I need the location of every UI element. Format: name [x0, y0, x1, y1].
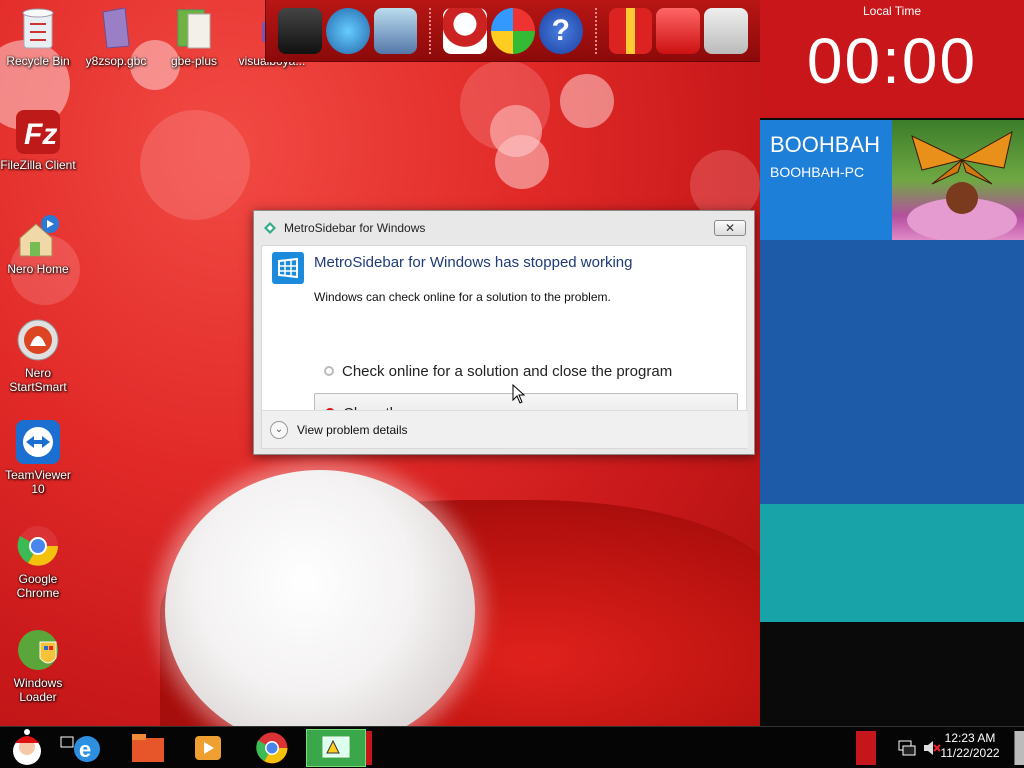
monitor-santa-icon[interactable]	[278, 7, 322, 54]
desktop-icon-label: TeamViewer 10	[5, 468, 71, 496]
metro-sidebar: Local Time 00:00 BOOHBAH BOOHBAH-PC	[760, 0, 1024, 726]
dock-separator	[429, 7, 432, 54]
sidebar-tray-button[interactable]	[856, 731, 876, 765]
taskbar-chrome-button[interactable]	[250, 729, 294, 767]
desktop-icon-label: Recycle Bin	[6, 54, 70, 68]
desktop-icon-label: Nero Home	[7, 262, 69, 276]
desktop-icon-gbe-plus[interactable]: gbe-plus	[156, 6, 232, 68]
show-desktop-button[interactable]	[1014, 731, 1024, 765]
desktop-icon-file-gbc[interactable]: y8zsop.gbc	[78, 6, 154, 68]
desktop-icon-windows-loader[interactable]: Windows Loader	[0, 628, 76, 704]
desktop-icon-label: Nero StartSmart	[9, 366, 67, 394]
bokeh-light	[140, 110, 250, 220]
desktop: Recycle Bin y8zsop.gbc gbe-plus visualbo…	[0, 0, 760, 726]
folder-icon	[172, 6, 216, 50]
teal-tile[interactable]	[760, 504, 1024, 622]
nero-home-icon	[16, 214, 60, 258]
desktop-icon-label: gbe-plus	[170, 54, 218, 68]
app-shield-icon	[264, 222, 276, 234]
taskbar-edge-marker	[366, 731, 372, 765]
taskbar-ie-button[interactable]: e	[56, 729, 106, 767]
user-name: BOOHBAH	[770, 132, 881, 157]
option-check-online[interactable]: Check online for a solution and close th…	[314, 351, 738, 391]
radio-icon	[324, 366, 334, 376]
option-check-online-label: Check online for a solution and close th…	[342, 362, 673, 380]
dialog-heading: MetroSidebar for Windows has stopped wor…	[314, 254, 633, 271]
desktop-icon-label: FileZilla Client	[0, 158, 76, 172]
clock-time: 00:00	[806, 25, 978, 97]
folder-icon[interactable]	[656, 7, 701, 54]
svg-text:e: e	[79, 737, 91, 762]
desktop-icon-filezilla[interactable]: Fz FileZilla Client	[0, 110, 76, 172]
butterfly-photo	[907, 131, 1017, 240]
metro-app-icon	[272, 252, 304, 284]
globe-icon[interactable]	[325, 7, 370, 54]
dialog-body: MetroSidebar for Windows has stopped wor…	[261, 245, 748, 449]
desktop-icon-label: Google Chrome	[16, 572, 60, 600]
tray-time: 12:23 AM	[944, 731, 996, 745]
blue-tile[interactable]	[760, 240, 1024, 504]
network-tray-icon[interactable]	[894, 729, 920, 767]
internet-explorer-icon: e	[60, 736, 100, 762]
view-details-toggle[interactable]: ⌄ View problem details	[262, 410, 748, 448]
desktop-icon-teamviewer[interactable]: TeamViewer 10	[0, 420, 76, 496]
tray-date: 11/22/2022	[940, 746, 1000, 760]
filezilla-icon: Fz	[16, 110, 60, 154]
chrome-icon	[16, 524, 60, 568]
start-button[interactable]	[4, 729, 50, 767]
windows-update-icon[interactable]	[491, 7, 535, 54]
dialog-close-button[interactable]: ✕	[714, 220, 746, 236]
dialog-title-bar: MetroSidebar for Windows	[254, 211, 754, 245]
error-dialog: MetroSidebar for Windows ✕ MetroSidebar …	[253, 210, 755, 455]
document-icon	[94, 6, 138, 50]
taskbar-explorer-button[interactable]	[126, 729, 170, 767]
butterfly-photo-tile[interactable]	[892, 120, 1024, 240]
clock-caption: Local Time	[862, 4, 922, 18]
user-tile[interactable]: BOOHBAH BOOHBAH-PC	[760, 120, 892, 240]
control-panel-icon[interactable]	[373, 7, 418, 54]
desktop-icon-nero-home[interactable]: Nero Home	[0, 214, 76, 276]
chrome-icon	[256, 732, 288, 764]
folder-icon	[132, 734, 164, 762]
desktop-icon-label: y8zsop.gbc	[85, 54, 147, 68]
desktop-icon-nero-startsmart[interactable]: Nero StartSmart	[0, 318, 76, 394]
warning-app-icon	[322, 736, 350, 758]
svg-text:Fz: Fz	[24, 118, 57, 151]
mouse-cursor-icon	[512, 384, 526, 404]
dialog-title: MetroSidebar for Windows	[284, 221, 426, 235]
dialog-subtext: Windows can check online for a solution …	[314, 290, 611, 304]
nero-startsmart-icon	[16, 318, 60, 362]
taskbar-active-app-button[interactable]	[306, 729, 366, 767]
view-details-label: View problem details	[297, 422, 408, 437]
help-icon[interactable]: ?	[538, 7, 583, 54]
bokeh-light	[560, 74, 614, 128]
desktop-icon-recycle-bin[interactable]: Recycle Bin	[0, 6, 76, 68]
snowman-icon[interactable]	[443, 7, 488, 54]
tray-clock[interactable]: 12:23 AM 11/22/2022	[934, 731, 1006, 761]
gift-icon[interactable]	[608, 7, 653, 54]
taskbar-media-player-button[interactable]	[186, 729, 230, 767]
recycle-bin-icon	[16, 6, 60, 50]
santa-start-icon	[13, 729, 41, 765]
desktop-icon-label: Windows Loader	[13, 676, 63, 704]
teamviewer-icon	[16, 420, 60, 464]
chevron-down-icon: ⌄	[270, 420, 288, 439]
media-player-icon	[195, 736, 221, 760]
computer-name: BOOHBAH-PC	[770, 164, 865, 180]
clock-tile[interactable]: Local Time 00:00	[760, 0, 1024, 118]
windows-loader-icon	[16, 628, 60, 672]
dock-separator	[594, 7, 597, 54]
recycle-bin-icon[interactable]	[704, 7, 749, 54]
taskbar: e 12:23 AM 11/22/2022	[0, 726, 1024, 768]
bokeh-light	[460, 60, 550, 150]
top-dock: ?	[265, 0, 760, 62]
desktop-icon-google-chrome[interactable]: Google Chrome	[0, 524, 76, 600]
